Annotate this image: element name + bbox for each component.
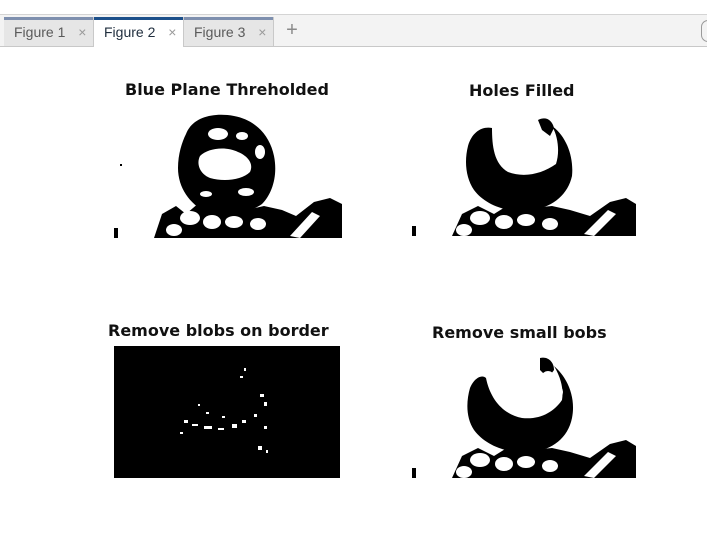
- tab-accent: [4, 17, 93, 20]
- close-icon[interactable]: ×: [255, 24, 269, 40]
- panel-title: Remove small bobs: [432, 323, 607, 342]
- tab-figure-3[interactable]: Figure 3 ×: [184, 17, 274, 46]
- tab-figure-2[interactable]: Figure 2 ×: [94, 17, 184, 47]
- panel-edge-handle[interactable]: [701, 20, 707, 42]
- panel-title: Remove blobs on border: [108, 321, 329, 340]
- panel-image-remove-border-blobs: [114, 346, 340, 478]
- panel-image-remove-small-blobs: [412, 348, 636, 478]
- close-icon[interactable]: ×: [165, 24, 179, 40]
- panel-image-holes-filled: [412, 106, 636, 236]
- panel-title: Holes Filled: [469, 81, 575, 100]
- tab-label: Figure 1: [14, 23, 66, 40]
- tab-label: Figure 2: [104, 24, 156, 40]
- close-icon[interactable]: ×: [75, 24, 89, 40]
- tab-figure-1[interactable]: Figure 1 ×: [4, 17, 94, 46]
- plus-icon[interactable]: +: [282, 19, 302, 41]
- tab-label: Figure 3: [194, 23, 246, 40]
- tab-accent: [184, 17, 273, 20]
- window-top-strip: [0, 0, 707, 15]
- figure-tab-bar: Figure 1 × Figure 2 × Figure 3 × +: [0, 15, 707, 47]
- panel-image-thresholded: [114, 106, 342, 238]
- tab-accent: [94, 17, 183, 20]
- panel-title: Blue Plane Threholded: [125, 80, 329, 99]
